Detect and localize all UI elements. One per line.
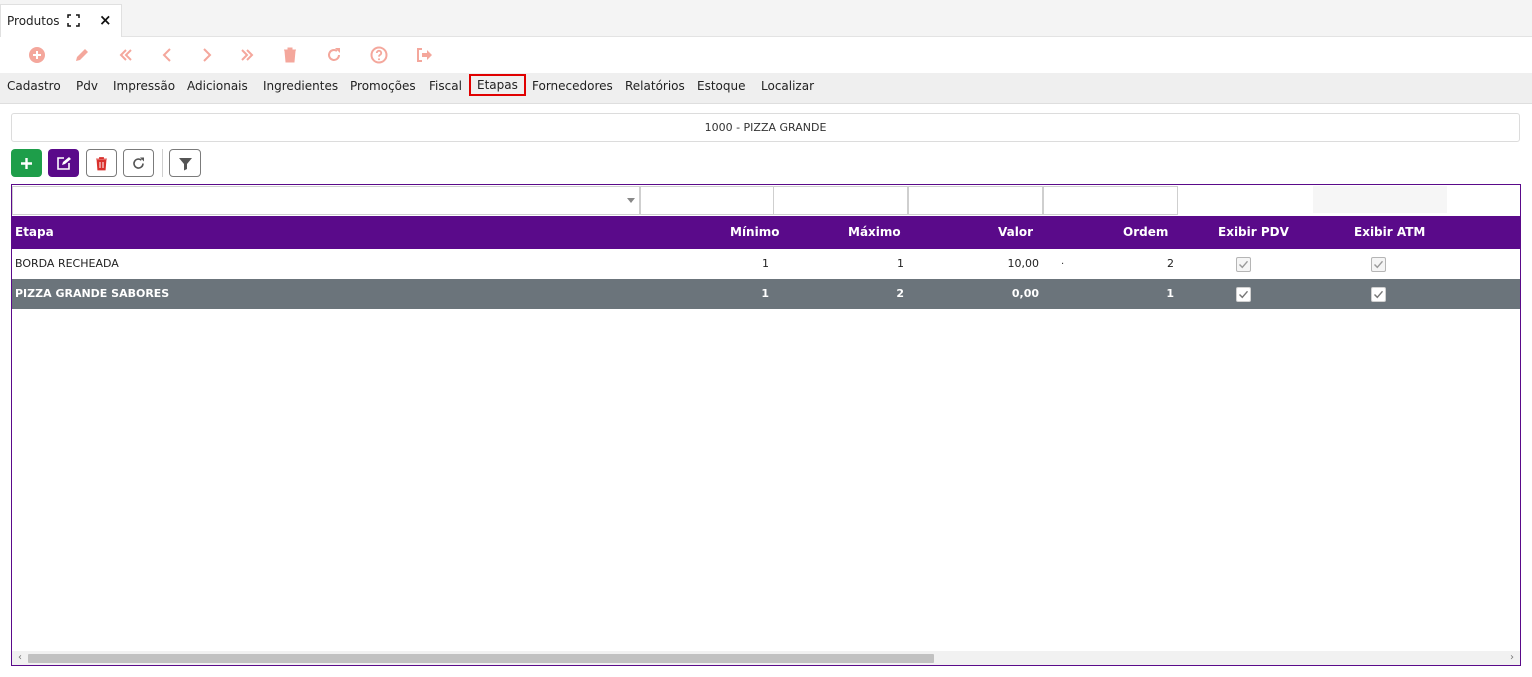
filter-button[interactable] — [169, 149, 201, 177]
expand-icon[interactable] — [67, 14, 80, 27]
filter-exibir-atm-cell — [1313, 186, 1447, 213]
checkmark-icon — [1374, 260, 1384, 269]
last-page-icon[interactable] — [235, 43, 259, 67]
exibir-atm-checkbox[interactable] — [1371, 257, 1386, 272]
tab-etapas[interactable]: Etapas — [469, 74, 526, 96]
trash-icon — [96, 156, 107, 170]
tab-promocoes[interactable]: Promoções — [350, 79, 416, 93]
exibir-pdv-checkbox[interactable] — [1236, 257, 1251, 272]
exibir-atm-checkbox[interactable] — [1371, 287, 1386, 302]
help-icon[interactable] — [367, 43, 391, 67]
column-header-exibir-atm[interactable]: Exibir ATM — [1354, 216, 1425, 249]
cell-etapa: BORDA RECHEADA — [15, 257, 119, 270]
tab-localizar[interactable]: Localizar — [761, 79, 814, 93]
filter-etapa-select[interactable] — [12, 186, 640, 215]
checkmark-icon — [1374, 290, 1384, 299]
tab-fiscal[interactable]: Fiscal — [429, 79, 462, 93]
pencil-icon[interactable] — [70, 43, 94, 67]
action-toolbar — [0, 38, 1532, 72]
refresh-icon[interactable] — [322, 43, 346, 67]
delete-button[interactable] — [86, 149, 117, 177]
product-title: 1000 - PIZZA GRANDE — [11, 113, 1520, 142]
etapas-grid: Etapa Mínimo Máximo Valor Ordem Exibir P… — [11, 184, 1521, 666]
column-header-ordem[interactable]: Ordem — [1123, 216, 1168, 249]
tab-estoque[interactable]: Estoque — [697, 79, 746, 93]
column-header-etapa[interactable]: Etapa — [15, 216, 54, 249]
exibir-pdv-checkbox[interactable] — [1236, 287, 1251, 302]
table-row-selected[interactable]: PIZZA GRANDE SABORES 1 2 0,00 1 — [12, 279, 1520, 309]
plus-icon — [21, 157, 32, 169]
cell-ordem: 1 — [1166, 287, 1174, 300]
exit-icon[interactable] — [412, 43, 436, 67]
horizontal-scrollbar[interactable]: ‹ › — [12, 651, 1520, 665]
checkmark-icon — [1239, 290, 1249, 299]
plus-circle-icon[interactable] — [25, 43, 49, 67]
column-header-minimo[interactable]: Mínimo — [730, 216, 779, 249]
checkmark-icon — [1239, 260, 1249, 269]
previous-icon[interactable] — [156, 43, 180, 67]
toolbar-divider — [162, 149, 163, 177]
grid-header: Etapa Mínimo Máximo Valor Ordem Exibir P… — [12, 216, 1520, 249]
cell-minimo: 1 — [761, 287, 769, 300]
filter-valor-input[interactable] — [908, 186, 1043, 215]
section-tabs: Cadastro Pdv Impressão Adicionais Ingred… — [0, 73, 1532, 104]
window-tab-produtos[interactable]: Produtos × — [0, 4, 122, 37]
window-tabstrip: Produtos × — [0, 0, 1532, 37]
cell-maximo: 2 — [896, 287, 904, 300]
cell-marker: · — [1061, 259, 1065, 270]
column-header-valor[interactable]: Valor — [998, 216, 1033, 249]
filter-ordem-input[interactable] — [1043, 186, 1178, 215]
column-header-exibir-pdv[interactable]: Exibir PDV — [1218, 216, 1289, 249]
cell-valor: 10,00 — [1007, 257, 1040, 270]
tab-pdv[interactable]: Pdv — [76, 79, 98, 93]
cell-valor: 0,00 — [1011, 287, 1039, 300]
column-header-maximo[interactable]: Máximo — [848, 216, 901, 249]
first-page-icon[interactable] — [114, 43, 138, 67]
edit-icon — [57, 156, 71, 170]
cell-etapa: PIZZA GRANDE SABORES — [15, 287, 170, 300]
filter-minimo-input[interactable] — [640, 186, 774, 215]
tab-fornecedores[interactable]: Fornecedores — [532, 79, 613, 93]
filter-icon — [178, 157, 192, 170]
chevron-down-icon — [627, 198, 635, 203]
cell-minimo: 1 — [762, 257, 769, 270]
add-button[interactable] — [11, 149, 42, 177]
tab-adicionais[interactable]: Adicionais — [187, 79, 248, 93]
tab-ingredientes[interactable]: Ingredientes — [263, 79, 338, 93]
tab-relatorios[interactable]: Relatórios — [625, 79, 685, 93]
scroll-right-icon[interactable]: › — [1506, 652, 1518, 664]
cell-maximo: 1 — [897, 257, 904, 270]
filter-row — [12, 185, 1520, 216]
edit-button[interactable] — [48, 149, 79, 177]
table-row[interactable]: BORDA RECHEADA 1 1 10,00 · 2 — [12, 249, 1520, 279]
tab-cadastro[interactable]: Cadastro — [7, 79, 61, 93]
refresh-icon — [133, 157, 144, 169]
cell-ordem: 2 — [1167, 257, 1174, 270]
close-icon[interactable]: × — [99, 11, 112, 29]
tab-impressao[interactable]: Impressão — [113, 79, 175, 93]
next-icon[interactable] — [194, 43, 218, 67]
scroll-left-icon[interactable]: ‹ — [14, 652, 26, 664]
scrollbar-thumb[interactable] — [28, 654, 934, 663]
refresh-button[interactable] — [123, 149, 154, 177]
window-tab-title: Produtos — [7, 14, 60, 28]
trash-icon[interactable] — [278, 43, 302, 67]
filter-maximo-input[interactable] — [773, 186, 908, 215]
